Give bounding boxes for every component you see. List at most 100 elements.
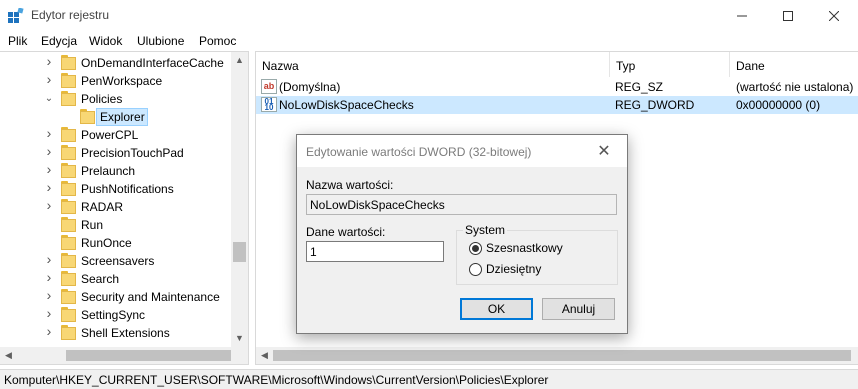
column-header-type[interactable]: Typ — [610, 52, 730, 77]
folder-icon — [61, 217, 76, 232]
close-icon — [829, 10, 839, 21]
tree-item[interactable]: › Security and Maintenance — [0, 288, 231, 306]
tree-item[interactable]: Run — [0, 216, 231, 234]
folder-icon — [61, 307, 76, 322]
tree-horizontal-scroll-thumb[interactable] — [66, 350, 231, 361]
tree-horizontal-scrollbar[interactable]: ◀ — [0, 347, 231, 364]
tree-item[interactable]: › PrecisionTouchPad — [0, 144, 231, 162]
list-horizontal-scrollbar[interactable]: ◀ — [256, 347, 858, 364]
collapsed-chevron-icon[interactable]: › — [44, 324, 54, 338]
menu-favorites[interactable]: Ulubione — [137, 34, 184, 48]
tree-item-label: OnDemandInterfaceCache — [81, 56, 224, 70]
column-header-name[interactable]: Nazwa — [256, 52, 610, 77]
minimize-button[interactable] — [719, 0, 765, 31]
radio-dec-label[interactable]: Dziesiętny — [486, 262, 541, 276]
tree-item[interactable]: › PushNotifications — [0, 180, 231, 198]
tree-vertical-scrollbar[interactable]: ▲ ▼ — [231, 52, 248, 347]
menu-help[interactable]: Pomoc — [199, 34, 236, 48]
radio-unchecked-icon[interactable] — [469, 263, 482, 276]
radio-checked-icon[interactable] — [469, 242, 482, 255]
tree-item-label: PrecisionTouchPad — [81, 146, 184, 160]
folder-icon — [61, 325, 76, 340]
collapsed-chevron-icon[interactable]: › — [44, 72, 54, 86]
folder-icon — [61, 55, 76, 70]
tree-item[interactable]: › Search — [0, 270, 231, 288]
scroll-down-icon[interactable]: ▼ — [231, 330, 248, 347]
tree-item[interactable]: Explorer — [0, 108, 231, 126]
list-row-default[interactable]: ab (Domyślna) REG_SZ (wartość nie ustalo… — [256, 78, 858, 96]
tree-item-label: Shell Extensions — [81, 326, 170, 340]
tree-item[interactable]: › Screensavers — [0, 252, 231, 270]
menu-view[interactable]: Widok — [89, 34, 122, 48]
tree-item-label: Run — [81, 218, 104, 232]
tree-item-label: RADAR — [81, 200, 124, 214]
base-group-title: System — [463, 223, 508, 237]
tree-item[interactable]: › SettingSync — [0, 306, 231, 324]
tree-item[interactable]: › OnDemandInterfaceCache — [0, 54, 231, 72]
folder-icon — [61, 289, 76, 304]
value-name: (Domyślna) — [279, 80, 341, 94]
expanded-chevron-icon[interactable]: ⌄ — [44, 92, 54, 106]
dword-value-icon: 01 10 — [261, 97, 277, 112]
collapsed-chevron-icon[interactable]: › — [44, 144, 54, 158]
scroll-left-icon[interactable]: ◀ — [0, 347, 17, 364]
collapsed-chevron-icon[interactable]: › — [44, 288, 54, 302]
minimize-icon — [737, 15, 747, 16]
dialog-title: Edytowanie wartości DWORD (32-bitowej) — [306, 145, 532, 159]
tree-item[interactable]: › PenWorkspace — [0, 72, 231, 90]
value-type: REG_SZ — [615, 80, 664, 94]
collapsed-chevron-icon[interactable]: › — [44, 198, 54, 212]
scrollbar-corner — [231, 347, 248, 364]
folder-icon — [61, 253, 76, 268]
tree-item-label: Prelaunch — [81, 164, 136, 178]
value-data: 0x00000000 (0) — [736, 98, 821, 112]
list-horizontal-scroll-thumb[interactable] — [273, 350, 851, 361]
menu-edit[interactable]: Edycja — [41, 34, 77, 48]
radio-hex-label[interactable]: Szesnastkowy — [486, 241, 563, 255]
folder-icon — [61, 163, 76, 178]
ok-button[interactable]: OK — [460, 298, 533, 320]
string-value-icon: ab — [261, 79, 277, 94]
registry-tree[interactable]: › OnDemandInterfaceCache › PenWorkspace ⌄ Pol… — [0, 51, 249, 365]
status-bar: Komputer\HKEY_CURRENT_USER\SOFTWARE\Micr… — [0, 369, 858, 389]
collapsed-chevron-icon[interactable]: › — [44, 252, 54, 266]
dialog-close-icon[interactable]: ✕ — [593, 141, 615, 163]
menu-file[interactable]: Plik — [8, 34, 27, 48]
base-groupbox: System Szesnastkowy Dziesiętny — [456, 223, 618, 285]
tree-item-label: SettingSync — [81, 308, 146, 322]
edit-dword-dialog: Edytowanie wartości DWORD (32-bitowej) ✕… — [296, 134, 628, 334]
cancel-button[interactable]: Anuluj — [542, 298, 615, 320]
tree-vertical-scroll-thumb[interactable] — [233, 242, 246, 262]
list-row-nolowdiskspacechecks[interactable]: 01 10 NoLowDiskSpaceChecks REG_DWORD 0x00… — [256, 96, 858, 114]
column-header-data[interactable]: Dane — [730, 52, 858, 77]
folder-icon — [61, 145, 76, 160]
value-data-field[interactable] — [306, 241, 444, 262]
tree-item-label: PowerCPL — [81, 128, 139, 142]
tree-item[interactable]: RunOnce — [0, 234, 231, 252]
tree-item-label: Explorer — [100, 110, 145, 124]
value-name-field[interactable] — [306, 194, 617, 215]
collapsed-chevron-icon[interactable]: › — [44, 180, 54, 194]
tree-item[interactable]: › Shell Extensions — [0, 324, 231, 342]
tree-item[interactable]: › PowerCPL — [0, 126, 231, 144]
collapsed-chevron-icon[interactable]: › — [44, 270, 54, 284]
tree-item[interactable]: › Prelaunch — [0, 162, 231, 180]
collapsed-chevron-icon[interactable]: › — [44, 162, 54, 176]
folder-icon — [61, 91, 76, 106]
collapsed-chevron-icon[interactable]: › — [44, 306, 54, 320]
close-button[interactable] — [811, 0, 857, 31]
tree-item-label: Security and Maintenance — [81, 290, 220, 304]
dialog-title-bar: Edytowanie wartości DWORD (32-bitowej) ✕ — [297, 135, 627, 167]
tree-item-label: PenWorkspace — [81, 74, 163, 88]
maximize-button[interactable] — [765, 0, 811, 31]
collapsed-chevron-icon[interactable]: › — [44, 126, 54, 140]
value-type: REG_DWORD — [615, 98, 695, 112]
collapsed-chevron-icon[interactable]: › — [44, 54, 54, 68]
registry-editor-icon — [8, 8, 24, 23]
value-name-label: Nazwa wartości: — [306, 178, 394, 192]
scroll-up-icon[interactable]: ▲ — [231, 52, 248, 69]
tree-item[interactable]: ⌄ Policies — [0, 90, 231, 108]
tree-item[interactable]: › RADAR — [0, 198, 231, 216]
scroll-left-icon[interactable]: ◀ — [256, 347, 273, 364]
tree-item-label: PushNotifications — [81, 182, 174, 196]
